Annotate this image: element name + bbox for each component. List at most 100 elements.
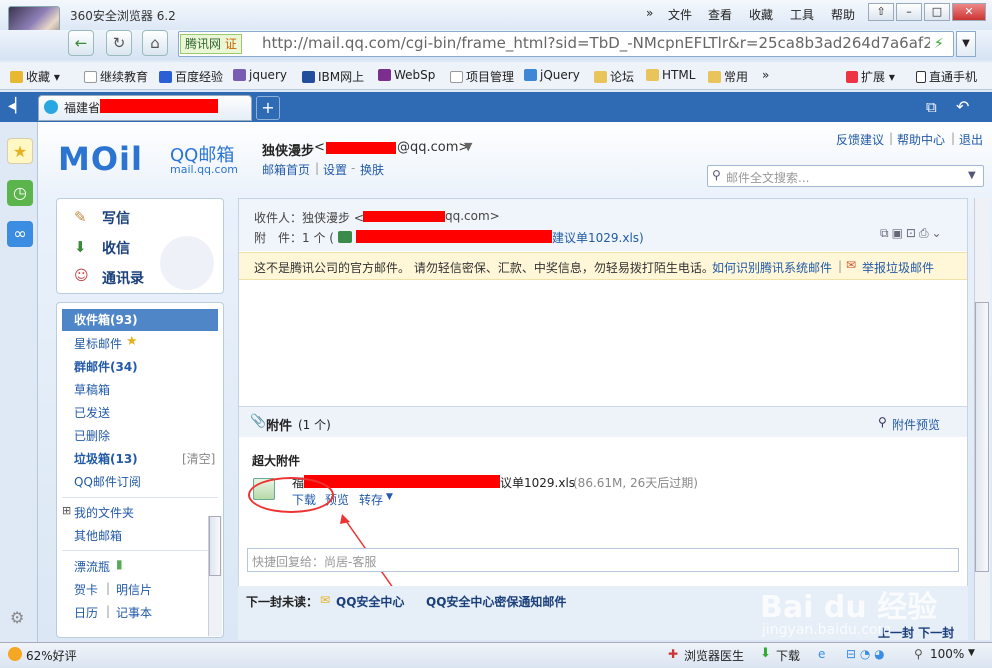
- expand-icon[interactable]: ⊞: [62, 504, 71, 517]
- url-dropdown-icon[interactable]: ▼: [956, 31, 976, 57]
- menu-favorites[interactable]: 收藏: [749, 6, 773, 23]
- settings-gear-icon[interactable]: ⚙: [10, 608, 24, 627]
- account-dropdown-icon[interactable]: ▼: [464, 140, 472, 153]
- downloads-button[interactable]: 下载: [776, 647, 800, 664]
- close-window-button[interactable]: ✕: [952, 3, 986, 21]
- report-spam-link[interactable]: 举报垃圾邮件: [862, 259, 934, 276]
- main-scroll-thumb[interactable]: [975, 302, 989, 572]
- bookmark-folder[interactable]: 论坛: [594, 68, 634, 85]
- link-feedback[interactable]: 反馈建议: [836, 131, 884, 148]
- app-greeting-card[interactable]: 贺卡: [74, 581, 98, 598]
- bookmark-more[interactable]: »: [762, 68, 769, 82]
- attachment-label: 附 件：1 个 (: [254, 231, 334, 245]
- back-icon[interactable]: ←: [68, 30, 94, 56]
- bookmark-item[interactable]: 继续教育: [84, 68, 148, 85]
- home-icon[interactable]: ⌂: [142, 30, 168, 56]
- extensions-button[interactable]: 扩展 ▾: [846, 68, 895, 85]
- ie-icon[interactable]: e: [818, 647, 825, 661]
- menu-more[interactable]: »: [646, 6, 653, 20]
- sidebar-toggle-icon[interactable]: ◂▏: [8, 98, 26, 114]
- next-mail-subject[interactable]: QQ安全中心密保通知邮件: [426, 593, 566, 610]
- undo-close-icon[interactable]: ↶: [956, 97, 969, 116]
- folder-sent[interactable]: 已发送: [74, 404, 110, 421]
- folder-starred[interactable]: 星标邮件: [74, 335, 122, 352]
- toolbar-icons[interactable]: ⊟ ◔ ◕: [846, 647, 885, 661]
- go-icon[interactable]: ⚡: [934, 36, 944, 52]
- qq-mail-logo[interactable]: MOil: [58, 140, 143, 178]
- favorites-sidebar-icon[interactable]: ★: [7, 138, 33, 164]
- bookmark-item[interactable]: WebSp: [378, 68, 435, 82]
- bookmark-item[interactable]: IBM网上: [302, 68, 364, 85]
- menu-view[interactable]: 查看: [708, 6, 732, 23]
- mobile-button[interactable]: 直通手机: [916, 68, 977, 85]
- folder-inbox[interactable]: 收件箱(93): [62, 309, 218, 331]
- contacts-button[interactable]: 通讯录: [102, 268, 144, 288]
- refresh-icon[interactable]: ↻: [106, 30, 132, 56]
- zoom-level[interactable]: 100%: [930, 647, 964, 661]
- divider: |: [838, 259, 843, 273]
- minimize-button[interactable]: –: [896, 3, 922, 21]
- history-clock-icon[interactable]: ◷: [7, 180, 33, 206]
- big-attachment-heading: 超大附件: [252, 454, 301, 468]
- browser-doctor-button[interactable]: 浏览器医生: [684, 647, 744, 664]
- bookmark-item[interactable]: 项目管理: [450, 68, 514, 85]
- compose-icon: ✎: [74, 208, 87, 226]
- link-change-skin[interactable]: 换肤: [360, 161, 384, 178]
- receive-button[interactable]: 收信: [102, 238, 130, 258]
- zoom-dropdown-icon[interactable]: ▼: [968, 648, 975, 658]
- app-drift-bottle[interactable]: 漂流瓶: [74, 558, 110, 575]
- logo-subtitle: mail.qq.com: [170, 163, 239, 176]
- menu-tools[interactable]: 工具: [790, 6, 814, 23]
- next-mail-sender[interactable]: QQ安全中心: [336, 593, 404, 610]
- maximize-button[interactable]: □: [924, 3, 950, 21]
- attachment-preview-link[interactable]: 附件预览: [892, 416, 940, 433]
- bookmark-favorites[interactable]: 收藏 ▾: [10, 68, 60, 85]
- menu-file[interactable]: 文件: [668, 6, 692, 23]
- app-calendar[interactable]: 日历: [74, 604, 98, 621]
- folder-spam[interactable]: 垃圾箱(13): [74, 450, 138, 467]
- app-postcard[interactable]: 明信片: [116, 581, 152, 598]
- phone-icon: [916, 71, 926, 83]
- bookmark-folder[interactable]: 常用: [708, 68, 748, 85]
- app-notes[interactable]: 记事本: [116, 604, 152, 621]
- highlight-circle: [248, 477, 334, 513]
- folder-group[interactable]: 群邮件(34): [74, 358, 138, 375]
- sync-icon[interactable]: ∞: [7, 221, 33, 247]
- tab-list-icon[interactable]: ⧉: [926, 98, 937, 116]
- link-settings[interactable]: 设置: [323, 161, 347, 178]
- penguin-watermark-icon: [160, 236, 214, 290]
- bookmark-item[interactable]: jQuery: [524, 68, 580, 82]
- new-tab-button[interactable]: +: [256, 96, 280, 120]
- link-help-center[interactable]: 帮助中心: [897, 131, 945, 148]
- page-icon: [450, 71, 463, 83]
- orange-icon: [8, 647, 22, 661]
- folder-other-mailboxes[interactable]: 其他邮箱: [74, 527, 122, 544]
- folder-deleted[interactable]: 已删除: [74, 427, 110, 444]
- rating-text[interactable]: 62%好评: [26, 647, 77, 664]
- search-dropdown-icon[interactable]: ▼: [968, 170, 976, 181]
- page-icon: [84, 71, 97, 83]
- pin-window-button[interactable]: ⇧: [868, 3, 894, 21]
- folder-drafts[interactable]: 草稿箱: [74, 381, 110, 398]
- menu-help[interactable]: 帮助: [831, 6, 855, 23]
- chevron-down-icon[interactable]: ▼: [386, 492, 393, 502]
- site-badge-label: 腾讯网: [185, 37, 222, 51]
- url-text[interactable]: http://mail.qq.com/cgi-bin/frame_html?si…: [262, 34, 930, 52]
- search-placeholder: 邮件全文搜索...: [726, 171, 810, 185]
- save-to-link[interactable]: 转存: [359, 491, 383, 508]
- contacts-icon: ☺: [74, 268, 89, 284]
- how-to-identify-link[interactable]: 如何识别腾讯系统邮件: [712, 259, 832, 276]
- attachment-link[interactable]: 建议单1029.xls): [552, 229, 644, 246]
- link-mail-home[interactable]: 邮箱首页: [262, 161, 310, 178]
- mail-tool-icons[interactable]: ⧉▣⊡⎙⌄: [880, 226, 945, 241]
- clear-spam-link[interactable]: [清空]: [182, 450, 215, 467]
- folder-scroll-thumb[interactable]: [209, 516, 221, 576]
- bookmark-item[interactable]: 百度经验: [159, 68, 223, 85]
- site-badge[interactable]: 腾讯网 证: [180, 34, 242, 54]
- bookmark-folder[interactable]: HTML: [646, 68, 695, 82]
- compose-button[interactable]: 写信: [102, 208, 130, 228]
- folder-subscriptions[interactable]: QQ邮件订阅: [74, 473, 141, 490]
- link-logout[interactable]: 退出: [959, 131, 983, 148]
- folder-my-folders[interactable]: 我的文件夹: [74, 504, 134, 521]
- bookmark-item[interactable]: jquery: [233, 68, 287, 82]
